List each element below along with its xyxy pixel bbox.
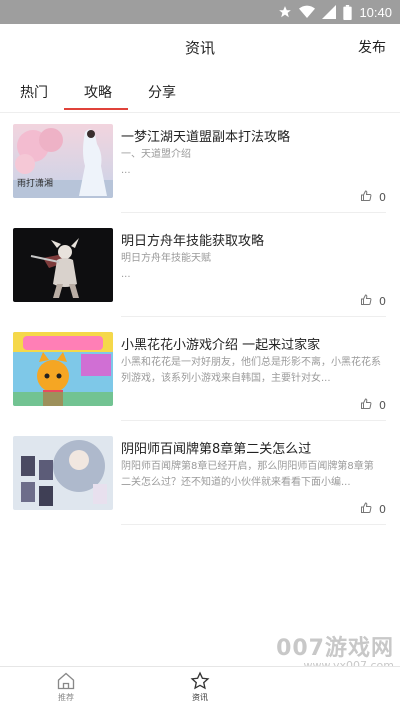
svg-text:雨打潇湘: 雨打潇湘 bbox=[17, 177, 53, 189]
nav-news[interactable]: 资讯 bbox=[170, 671, 230, 703]
article-item[interactable]: 小黑花花小游戏介绍 一起来过家家 小黑和花花是一对好朋友，他们总是形影不离，小黑… bbox=[0, 332, 400, 436]
like-count: 0 bbox=[379, 191, 386, 204]
thumbs-up-icon bbox=[360, 190, 372, 205]
thumbs-up-icon bbox=[360, 502, 372, 517]
thumbs-up-icon bbox=[360, 294, 372, 309]
nav-label: 资讯 bbox=[192, 693, 208, 702]
status-time: 10:40 bbox=[359, 4, 392, 20]
article-item[interactable]: 明日方舟年技能获取攻略 明日方舟年技能天赋 ... 0 bbox=[0, 228, 400, 332]
article-thumbnail bbox=[13, 332, 113, 406]
article-summary: 阴阳师百闻牌第8章已经开启，那么阴阳师百闻牌第8章第二关怎么过？还不知道的小伙伴… bbox=[121, 461, 374, 488]
signal-icon bbox=[322, 5, 337, 19]
like-button[interactable]: 0 bbox=[360, 190, 386, 205]
publish-button[interactable]: 发布 bbox=[358, 37, 386, 57]
star-status-icon bbox=[278, 5, 292, 19]
tab-hot[interactable]: 热门 bbox=[20, 82, 48, 102]
home-icon bbox=[36, 671, 96, 691]
star-icon bbox=[170, 671, 230, 691]
article-item[interactable]: 雨打潇湘 一梦江湖天道盟副本打法攻略 一、天道盟介绍 ... 0 bbox=[0, 124, 400, 228]
wifi-icon bbox=[299, 5, 316, 19]
like-count: 0 bbox=[379, 503, 386, 516]
thumbs-up-icon bbox=[360, 398, 372, 413]
battery-icon bbox=[343, 4, 353, 20]
article-title: 阴阳师百闻牌第8章第二关怎么过 bbox=[121, 442, 312, 457]
like-count: 0 bbox=[379, 399, 386, 412]
tab-share[interactable]: 分享 bbox=[148, 82, 176, 102]
article-summary: 一、天道盟介绍 ... bbox=[121, 149, 191, 176]
divider bbox=[0, 112, 400, 113]
divider bbox=[121, 524, 386, 525]
divider bbox=[121, 420, 386, 421]
divider bbox=[121, 316, 386, 317]
active-tab-indicator bbox=[64, 108, 128, 110]
page-title: 资讯 bbox=[184, 39, 215, 57]
divider bbox=[121, 212, 386, 213]
status-bar: 10:40 bbox=[0, 0, 400, 24]
like-button[interactable]: 0 bbox=[360, 502, 386, 517]
status-icons: 10:40 bbox=[278, 3, 392, 21]
article-summary: 明日方舟年技能天赋 ... bbox=[121, 253, 211, 280]
article-title: 明日方舟年技能获取攻略 bbox=[121, 234, 265, 249]
tab-guides[interactable]: 攻略 bbox=[84, 82, 112, 102]
app-header: 资讯 发布 bbox=[0, 24, 400, 68]
watermark-line1: 007游戏网 bbox=[276, 636, 394, 661]
nav-recommend[interactable]: 推荐 bbox=[36, 671, 96, 703]
article-summary: 小黑和花花是一对好朋友，他们总是形影不离，小黑花花系列游戏，该系列小游戏来自韩国… bbox=[121, 357, 381, 384]
article-item[interactable]: 阴阳师百闻牌第8章第二关怎么过 阴阳师百闻牌第8章已经开启，那么阴阳师百闻牌第8… bbox=[0, 436, 400, 540]
bottom-nav: 推荐 资讯 bbox=[0, 666, 400, 710]
like-button[interactable]: 0 bbox=[360, 294, 386, 309]
article-thumbnail: 雨打潇湘 bbox=[13, 124, 113, 198]
category-tabs: 热门 攻略 分享 bbox=[0, 70, 400, 112]
article-title: 一梦江湖天道盟副本打法攻略 bbox=[121, 130, 291, 145]
article-thumbnail bbox=[13, 436, 113, 510]
article-thumbnail bbox=[13, 228, 113, 302]
like-count: 0 bbox=[379, 295, 386, 308]
like-button[interactable]: 0 bbox=[360, 398, 386, 413]
nav-label: 推荐 bbox=[58, 693, 74, 702]
article-title: 小黑花花小游戏介绍 一起来过家家 bbox=[121, 338, 321, 353]
